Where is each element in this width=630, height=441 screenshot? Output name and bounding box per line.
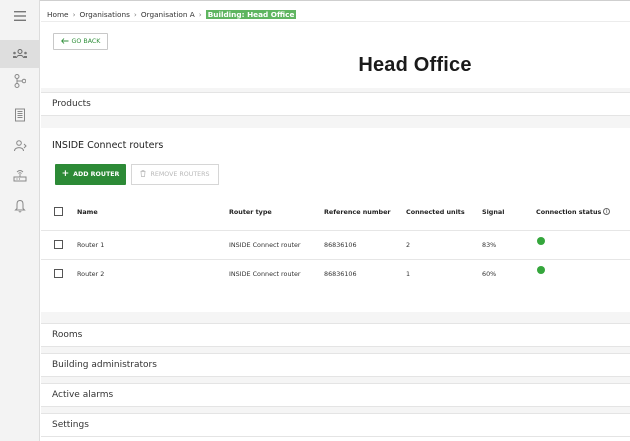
router-icon[interactable]: [0, 161, 40, 189]
connected-units: 2: [406, 240, 411, 249]
column-header-router-type[interactable]: Router type: [229, 198, 272, 225]
section-active-alarms-label: Active alarms: [52, 390, 114, 400]
breadcrumb-separator: ›: [198, 9, 202, 19]
section-rooms[interactable]: Rooms: [41, 323, 630, 347]
reference-number: 86836106: [324, 269, 357, 278]
info-icon[interactable]: i: [603, 208, 611, 215]
bell-icon[interactable]: [0, 192, 40, 220]
table-header-row: Name Router type Reference number Connec…: [41, 198, 630, 225]
section-products-label: Products: [52, 99, 91, 109]
connection-status-label: Connection status: [536, 207, 602, 216]
router-name: Router 1: [77, 240, 105, 249]
row-checkbox[interactable]: [54, 240, 63, 249]
table-row[interactable]: Router 1 INSIDE Connect router 86836106 …: [41, 231, 630, 258]
connection-status-dot: [537, 256, 545, 283]
building-icon[interactable]: [0, 101, 40, 129]
add-router-button[interactable]: + ADD ROUTER: [55, 164, 126, 185]
section-settings[interactable]: Settings: [41, 413, 630, 437]
section-products[interactable]: Products: [41, 92, 630, 116]
column-header-connection-status[interactable]: Connection status i: [536, 198, 611, 225]
go-back-button[interactable]: GO BACK: [53, 33, 108, 50]
signal: 83%: [482, 240, 497, 249]
row-checkbox[interactable]: [54, 269, 63, 278]
connection-status-dot: [537, 227, 545, 254]
signal: 60%: [482, 269, 497, 278]
column-header-connected-units[interactable]: Connected units: [406, 198, 465, 225]
section-active-alarms[interactable]: Active alarms: [41, 383, 630, 407]
breadcrumb-organisation-a[interactable]: Organisation A: [141, 10, 195, 19]
breadcrumb-separator: ›: [72, 9, 76, 19]
section-building-administrators[interactable]: Building administrators: [41, 353, 630, 377]
section-rooms-label: Rooms: [52, 330, 83, 340]
column-header-signal[interactable]: Signal: [482, 198, 504, 225]
section-building-administrators-label: Building administrators: [52, 360, 157, 370]
router-type: INSIDE Connect router: [229, 269, 301, 278]
section-settings-label: Settings: [52, 420, 89, 430]
breadcrumb-current: Building: Head Office: [205, 9, 297, 19]
add-router-label: ADD ROUTER: [73, 171, 120, 178]
page-title: Head Office: [358, 54, 472, 76]
column-header-reference-number[interactable]: Reference number: [324, 198, 391, 225]
breadcrumb-organisations[interactable]: Organisations: [79, 10, 129, 19]
hamburger-menu-icon[interactable]: [0, 2, 40, 30]
arrow-left-icon: [60, 37, 69, 46]
breadcrumb-divider: [41, 21, 630, 22]
column-header-name[interactable]: Name: [77, 198, 98, 225]
section-gap: [41, 116, 630, 128]
trash-icon: [140, 170, 146, 179]
reference-number: 86836106: [324, 240, 357, 249]
breadcrumb-home[interactable]: Home: [47, 10, 69, 19]
connected-units: 1: [406, 269, 411, 278]
routers-section-title: INSIDE Connect routers: [52, 140, 164, 151]
remove-routers-button[interactable]: REMOVE ROUTERS: [131, 164, 219, 185]
breadcrumb-separator: ›: [133, 9, 137, 19]
user-management-icon[interactable]: [0, 132, 40, 160]
select-all-checkbox[interactable]: [54, 207, 63, 216]
table-row[interactable]: Router 2 INSIDE Connect router 86836106 …: [41, 260, 630, 287]
router-name: Router 2: [77, 269, 105, 278]
router-type: INSIDE Connect router: [229, 240, 301, 249]
plus-icon: +: [61, 169, 70, 179]
remove-routers-label: REMOVE ROUTERS: [150, 171, 210, 178]
go-back-label: GO BACK: [71, 38, 101, 45]
breadcrumb: Home › Organisations › Organisation A › …: [47, 8, 297, 20]
